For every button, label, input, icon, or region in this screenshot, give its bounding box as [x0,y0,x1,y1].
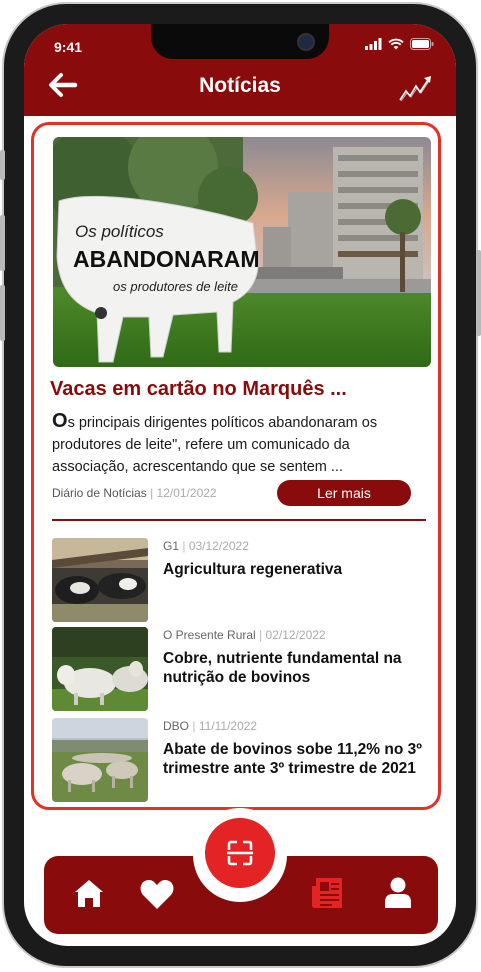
silent-switch [0,150,5,180]
news-meta: DBO | 11/11/2022 [163,719,257,733]
volume-down-button [0,285,5,341]
news-date: 03/12/2022 [188,539,249,553]
description-dropcap: O [52,410,68,432]
meta-separator: | [150,486,154,500]
screen: 9:41 Notícias Os políticos ABANDONARAM o… [24,24,456,946]
status-icons [365,38,434,50]
volume-up-button [0,215,5,271]
notch [151,24,329,59]
news-meta: G1 | 03/12/2022 [163,539,249,553]
signal-icon [365,38,382,50]
home-icon[interactable] [72,876,106,910]
meta-separator: | [259,628,263,642]
news-headline[interactable]: Abate de bovinos sobe 11,2% no 3º trimes… [163,740,428,778]
news-date: 02/12/2022 [265,628,326,642]
featured-date: 12/01/2022 [156,486,217,500]
read-more-button[interactable]: Ler mais [277,480,411,506]
heart-icon[interactable] [139,877,175,911]
page-title: Notícias [199,74,281,97]
news-headline[interactable]: Agricultura regenerativa [163,560,428,579]
wifi-icon [388,38,404,50]
featured-source: Diário de Notícias [52,486,147,500]
cattle-herd-image [52,718,148,802]
news-source: DBO [163,719,190,733]
newspaper-icon[interactable] [310,876,346,910]
news-thumbnail [52,627,148,711]
trending-chart-icon[interactable] [398,74,434,102]
featured-news-title[interactable]: Vacas em cartão no Marquês ... [50,378,347,401]
meta-separator: | [182,539,186,553]
sign-line3: os produtores de leite [113,279,238,294]
camera-icon [297,33,315,51]
meta-separator: | [192,719,196,733]
featured-news-image[interactable]: Os políticos ABANDONARAM os produtores d… [53,137,431,367]
sign-line1: Os políticos [75,222,164,241]
sign-line2: ABANDONARAM [73,246,260,272]
news-source: O Presente Rural [163,628,256,642]
news-list-item[interactable]: DBO | 11/11/2022 Abate de bovinos sobe 1… [52,718,426,802]
news-thumbnail [52,718,148,802]
news-list-item[interactable]: O Presente Rural | 02/12/2022 Cobre, nut… [52,627,426,711]
featured-news-description: Os principais dirigentes políticos aband… [52,410,420,478]
news-date: 11/11/2022 [198,719,258,733]
white-cattle-image [52,627,148,711]
status-time: 9:41 [54,39,83,55]
scan-icon [227,840,253,866]
power-button [476,250,481,336]
news-source: G1 [163,539,180,553]
app-header: 9:41 Notícias [24,24,456,116]
news-thumbnail [52,538,148,622]
user-icon[interactable] [384,876,412,910]
description-text: s principais dirigentes políticos abando… [52,415,378,475]
battery-icon [410,38,434,50]
news-headline[interactable]: Cobre, nutriente fundamental na nutrição… [163,649,428,687]
cows-barn-image [52,538,148,622]
news-meta: O Presente Rural | 02/12/2022 [163,628,326,642]
news-divider [52,519,426,521]
scan-button[interactable] [205,818,275,888]
featured-image-illustration: Os políticos ABANDONARAM os produtores d… [53,137,431,367]
featured-news-meta: Diário de Notícias | 12/01/2022 [52,486,217,500]
news-list-item[interactable]: G1 | 03/12/2022 Agricultura regenerativa [52,538,426,622]
